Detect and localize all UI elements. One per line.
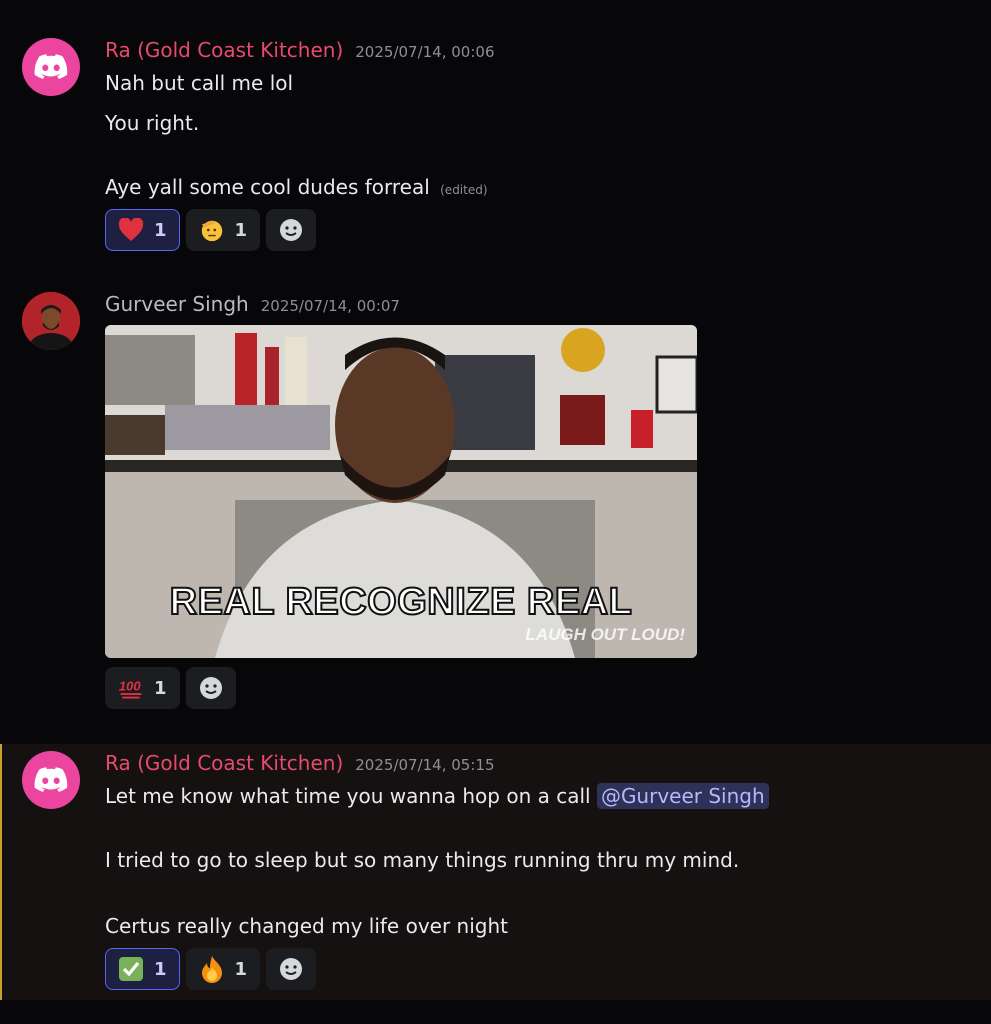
message-text: Let me know what time you wanna hop on a… bbox=[105, 784, 597, 808]
reaction-count: 1 bbox=[234, 219, 248, 241]
saluting-face-icon bbox=[199, 217, 225, 243]
hundred-points-icon: 100 bbox=[118, 675, 144, 701]
add-reaction-button[interactable] bbox=[185, 667, 236, 709]
add-reaction-button[interactable] bbox=[266, 948, 317, 990]
reactions-bar: 1 1 bbox=[105, 209, 317, 251]
reaction-fire[interactable]: 1 bbox=[185, 948, 261, 990]
timestamp: 2025/07/14, 00:06 bbox=[355, 43, 495, 61]
message-text: I tried to go to sleep but so many thing… bbox=[105, 848, 740, 872]
gif-caption: REAL RECOGNIZE REAL bbox=[169, 580, 633, 624]
message-text: Nah but call me lol bbox=[105, 71, 294, 95]
gif-watermark: LAUGH OUT LOUD! bbox=[525, 625, 685, 644]
svg-text:100: 100 bbox=[119, 679, 141, 694]
user-photo-icon bbox=[22, 292, 80, 350]
gif-embed[interactable]: REAL RECOGNIZE REAL LAUGH OUT LOUD! bbox=[105, 325, 697, 658]
edited-label: (edited) bbox=[440, 183, 488, 197]
discord-logo-icon bbox=[34, 54, 68, 79]
discord-logo-icon bbox=[34, 767, 68, 792]
smile-icon bbox=[198, 675, 224, 701]
fire-icon bbox=[199, 956, 225, 983]
smile-icon bbox=[278, 956, 304, 982]
message-text-line: Aye yall some cool dudes forreal (edited… bbox=[105, 175, 488, 199]
avatar[interactable] bbox=[22, 751, 80, 809]
avatar[interactable] bbox=[22, 38, 80, 96]
heart-icon bbox=[118, 217, 144, 243]
message-text: Aye yall some cool dudes forreal bbox=[105, 175, 430, 199]
message-text-line: Let me know what time you wanna hop on a… bbox=[105, 783, 769, 809]
message-header: Gurveer Singh 2025/07/14, 00:07 bbox=[105, 292, 400, 316]
check-mark-icon bbox=[118, 956, 144, 982]
reactions-bar: 100 1 bbox=[105, 667, 236, 709]
message-text: You right. bbox=[105, 111, 200, 135]
message-header: Ra (Gold Coast Kitchen) 2025/07/14, 00:0… bbox=[105, 38, 494, 62]
reaction-heart[interactable]: 1 bbox=[105, 209, 180, 251]
user-mention[interactable]: @Gurveer Singh bbox=[596, 783, 769, 809]
reaction-count: 1 bbox=[154, 677, 167, 699]
message-text: Certus really changed my life over night bbox=[105, 914, 508, 938]
author-name[interactable]: Gurveer Singh bbox=[105, 292, 249, 316]
message-header: Ra (Gold Coast Kitchen) 2025/07/14, 05:1… bbox=[105, 751, 494, 775]
reaction-count: 1 bbox=[154, 958, 167, 980]
reaction-hundred-points[interactable]: 100 1 bbox=[105, 667, 180, 709]
add-reaction-button[interactable] bbox=[266, 209, 317, 251]
smile-icon bbox=[278, 217, 304, 243]
reaction-saluting-face[interactable]: 1 bbox=[185, 209, 261, 251]
author-name[interactable]: Ra (Gold Coast Kitchen) bbox=[105, 751, 343, 775]
timestamp: 2025/07/14, 00:07 bbox=[260, 297, 400, 315]
reaction-check-mark[interactable]: 1 bbox=[105, 948, 180, 990]
avatar[interactable] bbox=[22, 292, 80, 350]
reaction-count: 1 bbox=[154, 219, 167, 241]
author-name[interactable]: Ra (Gold Coast Kitchen) bbox=[105, 38, 343, 62]
reactions-bar: 1 1 bbox=[105, 948, 317, 990]
highlight-bar bbox=[0, 744, 2, 1000]
reaction-count: 1 bbox=[234, 958, 248, 980]
timestamp: 2025/07/14, 05:15 bbox=[355, 756, 495, 774]
